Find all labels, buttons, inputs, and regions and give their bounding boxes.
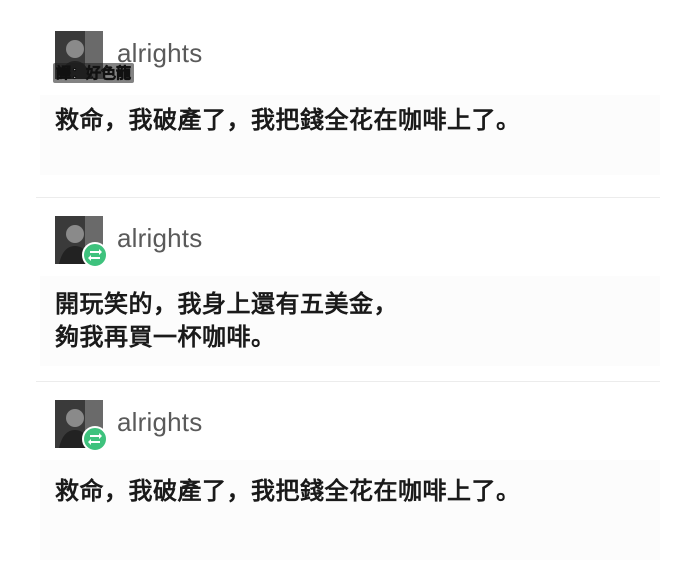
reblog-icon [88,249,102,261]
post-2: alrights 開玩笑的，我身上還有五美金， 夠我再買一杯咖啡。 [0,198,700,381]
reblog-badge [82,242,108,268]
reblog-icon [88,433,102,445]
translator-watermark: 譯：好色龍 [53,63,135,83]
post-1: alrights 譯：好色龍 救命，我破產了，我把錢全花在咖啡上了。 [0,0,700,197]
post-text: 開玩笑的，我身上還有五美金， 夠我再買一杯咖啡。 [55,290,398,351]
post-text: 救命，我破產了，我把錢全花在咖啡上了。 [55,106,521,134]
reblog-badge [82,426,108,452]
post-text: 救命，我破產了，我把錢全花在咖啡上了。 [55,477,521,505]
username[interactable]: alrights [117,223,202,254]
post-3: alrights 救命，我破產了，我把錢全花在咖啡上了。 [0,382,700,575]
username[interactable]: alrights [117,407,202,438]
